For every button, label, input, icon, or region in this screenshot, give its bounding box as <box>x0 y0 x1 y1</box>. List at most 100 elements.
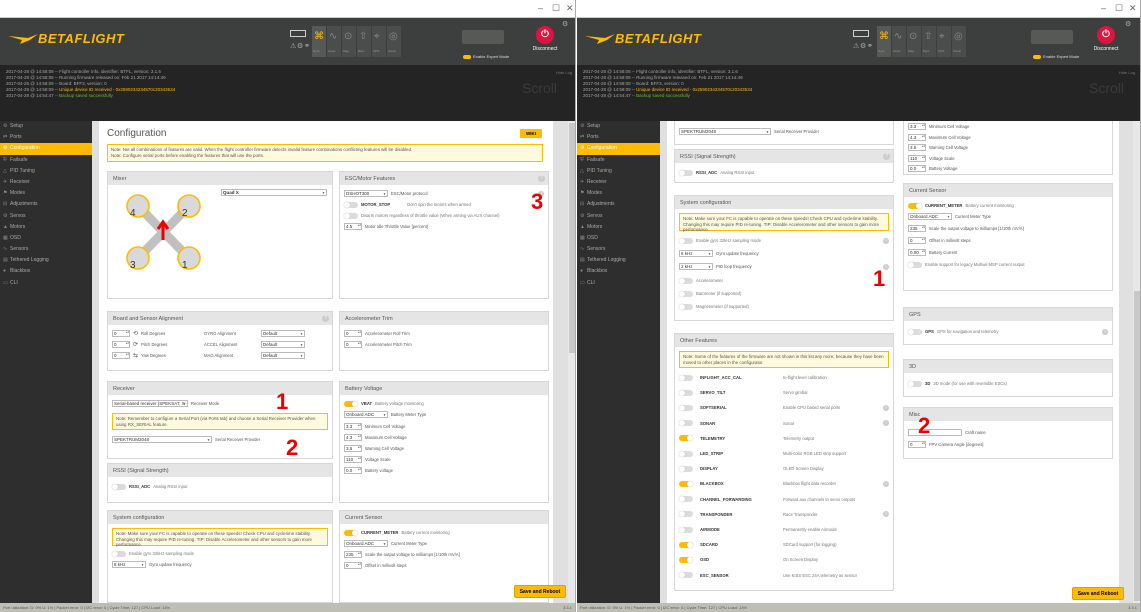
battery-value-input[interactable]: 110 <box>344 456 362 463</box>
help-icon[interactable]: ? <box>883 420 889 427</box>
sidebar-item-pid-tuning[interactable]: △ PID Tuning <box>577 166 660 177</box>
fpv-angle-input[interactable]: 0 <box>908 441 926 448</box>
motor-stop-toggle[interactable] <box>344 201 358 208</box>
sidebar-item-blackbox[interactable]: ● Blackbox <box>0 266 92 277</box>
sidebar-item-configuration[interactable]: ⚙ Configuration <box>0 143 92 155</box>
feature-toggle[interactable] <box>679 556 693 563</box>
sidebar-item-setup[interactable]: ⚙ Setup <box>0 121 92 132</box>
sidebar-item-cli[interactable]: ▭ CLI <box>0 278 92 289</box>
feature-toggle[interactable] <box>679 526 693 533</box>
sidebar-item-configuration[interactable]: ⚙ Configuration <box>577 143 660 155</box>
current-scale-input[interactable]: 235 <box>344 551 362 558</box>
battery-value-input[interactable]: 4.3 <box>344 434 362 441</box>
scrollbar[interactable] <box>1133 121 1140 603</box>
sidebar-item-setup[interactable]: ⚙ Setup <box>577 121 660 132</box>
feature-toggle[interactable] <box>679 374 693 381</box>
help-icon[interactable]: ? <box>538 175 545 182</box>
acc-roll-trim-input[interactable]: 0 <box>344 330 362 337</box>
sidebar-item-receiver[interactable]: ✈ Receiver <box>0 177 92 188</box>
gyro-frequency-select[interactable]: 8 kHz <box>679 250 713 257</box>
current-offset-input[interactable]: 0 <box>908 237 926 244</box>
mixer-select[interactable]: Quad X <box>221 189 327 196</box>
acc-pitch-trim-input[interactable]: 0 <box>344 341 362 348</box>
help-icon[interactable]: ? <box>883 511 889 518</box>
help-icon[interactable]: ? <box>883 480 889 487</box>
alignment-degree-input[interactable]: 0 <box>112 341 130 348</box>
gyro-32khz-toggle[interactable] <box>112 550 126 557</box>
current-scale-input[interactable]: 235 <box>908 225 926 232</box>
sidebar-item-ports[interactable]: ⇄ Ports <box>577 132 660 143</box>
battery-value-input[interactable]: 3.3 <box>344 423 362 430</box>
sidebar-item-modes[interactable]: ⚑ Modes <box>0 188 92 199</box>
sidebar-item-tethered-logging[interactable]: ▤ Tethered Logging <box>577 255 660 266</box>
feature-toggle[interactable] <box>679 480 693 487</box>
sidebar-item-adjustments[interactable]: ⊟ Adjustments <box>0 199 92 210</box>
save-and-reboot-button[interactable]: Save and Reboot <box>514 585 566 598</box>
feature-toggle[interactable] <box>679 541 693 548</box>
legacy-msp-toggle[interactable] <box>908 261 922 268</box>
battery-value-input[interactable]: 110 <box>908 154 926 162</box>
gyro-frequency-select[interactable]: 8 kHz <box>112 561 146 568</box>
feature-toggle[interactable] <box>679 435 693 442</box>
battery-value-input[interactable]: 3.5 <box>344 445 362 452</box>
disarm-toggle[interactable] <box>344 212 358 219</box>
current-meter-toggle[interactable] <box>344 529 358 536</box>
help-icon[interactable]: ? <box>883 404 889 411</box>
feature-toggle[interactable] <box>679 465 693 472</box>
alignment-select[interactable]: Default <box>261 330 306 337</box>
sidebar-item-motors[interactable]: ▲ Motors <box>577 222 660 233</box>
settings-gear-icon[interactable]: ⚙ <box>1125 20 1131 28</box>
idle-throttle-input[interactable]: 4.5 <box>344 223 362 230</box>
receiver-mode-select[interactable]: Serial-based receiver (SPEKSAT, S <box>112 400 188 407</box>
disconnect-button[interactable]: ⏻ Disconnect <box>1093 26 1119 52</box>
feature-toggle[interactable] <box>679 496 693 503</box>
help-icon[interactable]: ? <box>883 153 890 160</box>
battery-value-input[interactable]: 3.5 <box>908 144 926 151</box>
magnetometer-toggle[interactable] <box>679 303 693 310</box>
craft-name-input[interactable] <box>908 429 962 436</box>
sidebar-item-osd[interactable]: ▦ OSD <box>577 233 660 244</box>
3d-toggle[interactable] <box>908 380 922 387</box>
serial-provider-select[interactable]: SPEKTRUM2048 <box>679 128 771 135</box>
battery-meter-select[interactable]: Onboard ADC <box>344 411 388 418</box>
sidebar-item-pid-tuning[interactable]: △ PID Tuning <box>0 166 92 177</box>
feature-toggle[interactable] <box>679 404 693 411</box>
expert-mode-toggle[interactable]: Enable Expert Mode <box>463 54 509 59</box>
expert-mode-toggle[interactable]: Enable Expert Mode <box>1033 54 1079 59</box>
minimize-button[interactable]: – <box>1101 3 1106 13</box>
sidebar-item-failsafe[interactable]: ⛨ Failsafe <box>577 155 660 166</box>
feature-toggle[interactable] <box>679 420 693 427</box>
accelerometer-toggle[interactable] <box>679 277 693 284</box>
current-meter-select[interactable]: Onboard ADC <box>908 213 952 220</box>
help-icon[interactable]: ? <box>1102 328 1108 335</box>
sidebar-item-osd[interactable]: ▦ OSD <box>0 233 92 244</box>
minimize-button[interactable]: – <box>538 3 543 13</box>
help-icon[interactable]: ? <box>883 237 889 244</box>
close-button[interactable]: ✕ <box>1129 3 1137 14</box>
gps-toggle[interactable] <box>908 328 922 335</box>
feature-toggle[interactable] <box>679 389 693 396</box>
scrollbar[interactable] <box>568 121 575 603</box>
alignment-degree-input[interactable]: 0 <box>112 352 130 359</box>
serial-provider-select[interactable]: SPEKTRUM2048 <box>112 436 212 443</box>
current-offset-input[interactable]: 0 <box>344 562 362 569</box>
esc-protocol-select[interactable]: DSHOT300 <box>344 190 388 197</box>
maximize-button[interactable]: ☐ <box>552 3 560 14</box>
sidebar-item-adjustments[interactable]: ⊟ Adjustments <box>577 199 660 210</box>
battery-value-input[interactable]: 3.3 <box>908 123 926 130</box>
sidebar-item-modes[interactable]: ⚑ Modes <box>577 188 660 199</box>
sidebar-item-sensors[interactable]: ∿ Sensors <box>577 244 660 255</box>
vbat-toggle[interactable] <box>344 400 358 407</box>
help-icon[interactable]: ? <box>322 315 329 322</box>
alignment-select[interactable]: Default <box>261 352 306 359</box>
show-log-link[interactable]: Hide Log <box>556 70 572 75</box>
sidebar-item-servos[interactable]: ⚙ Servos <box>577 211 660 222</box>
pid-frequency-select[interactable]: 2 kHz <box>679 263 713 270</box>
feature-toggle[interactable] <box>679 511 693 518</box>
feature-toggle[interactable] <box>679 450 693 457</box>
sidebar-item-sensors[interactable]: ∿ Sensors <box>0 244 92 255</box>
alignment-degree-input[interactable]: 0 <box>112 330 130 337</box>
wiki-button[interactable]: WIKI <box>520 129 542 138</box>
sidebar-item-receiver[interactable]: ✈ Receiver <box>577 177 660 188</box>
current-meter-select[interactable]: Onboard ADC <box>344 540 388 547</box>
